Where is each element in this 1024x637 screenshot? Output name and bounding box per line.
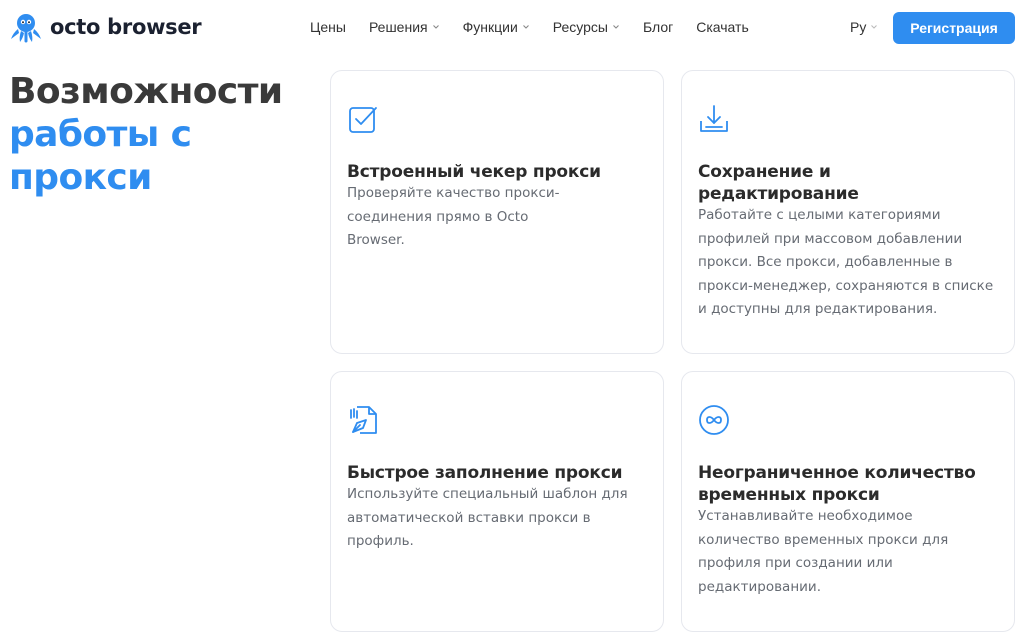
card-description: Проверяйте качество прокси-соединения пр… xyxy=(347,185,560,248)
language-label: Ру xyxy=(850,19,867,35)
card-description: Устанавливайте необходимое количество вр… xyxy=(698,508,949,595)
brand-name: octo browser xyxy=(50,15,202,39)
card-description: Работайте с целыми категориями профилей … xyxy=(698,207,994,317)
nav-label: Скачать xyxy=(696,19,749,35)
chevron-down-icon xyxy=(522,25,529,29)
chevron-down-icon xyxy=(871,25,878,29)
title-line-1: Возможности xyxy=(9,71,283,112)
card-title: Быстрое заполнение прокси xyxy=(347,463,623,483)
card-title: Встроенный чекер прокси xyxy=(347,162,601,182)
brand-logo[interactable]: octo browser xyxy=(8,9,202,45)
title-line-3: прокси xyxy=(9,157,152,198)
nav-label: Блог xyxy=(642,19,674,35)
nav-item-blog[interactable]: Блог xyxy=(643,19,673,35)
nav-item-download[interactable]: Скачать xyxy=(696,19,749,35)
download-icon xyxy=(700,105,728,132)
nav-label: Цены xyxy=(310,19,346,35)
page-title: Возможности работы с прокси xyxy=(9,70,283,199)
nav-item-solutions[interactable]: Решения xyxy=(369,19,440,35)
card-title: Сохранение и редактирование xyxy=(698,162,859,204)
chevron-down-icon xyxy=(613,25,619,29)
title-line-2: работы с xyxy=(9,114,192,155)
main-nav: Цены Решения Функции Ресурсы Блог Скачат… xyxy=(310,19,749,35)
card-title: Неограниченное количество временных прок… xyxy=(698,463,976,505)
autofill-icon xyxy=(350,406,377,434)
nav-label: Ресурсы xyxy=(552,19,608,35)
nav-label: Решения xyxy=(368,19,428,35)
site-header: octo browser Цены Решения Функции Ресурс… xyxy=(0,0,1024,56)
register-button[interactable]: Регистрация xyxy=(893,12,1015,44)
checkbox-icon xyxy=(349,107,377,133)
card-description: Используйте специальный шаблон для автом… xyxy=(347,486,628,549)
feature-card-unlimited-proxies: Неограниченное количество временных прок… xyxy=(681,371,1015,632)
nav-label: Функции xyxy=(462,19,518,35)
octopus-logo-icon xyxy=(11,14,41,43)
language-selector[interactable]: Ру xyxy=(850,19,878,35)
nav-item-prices[interactable]: Цены xyxy=(310,19,346,35)
chevron-down-icon xyxy=(432,25,439,29)
feature-card-proxy-checker: Встроенный чекер прокси Проверяйте качес… xyxy=(330,70,664,354)
feature-card-quick-fill: Быстрое заполнение прокси Используйте сп… xyxy=(330,371,664,632)
nav-item-features[interactable]: Функции xyxy=(463,19,530,35)
nav-item-resources[interactable]: Ресурсы xyxy=(553,19,620,35)
infinity-icon xyxy=(699,405,729,435)
feature-card-save-edit: Сохранение и редактирование Работайте с … xyxy=(681,70,1015,354)
